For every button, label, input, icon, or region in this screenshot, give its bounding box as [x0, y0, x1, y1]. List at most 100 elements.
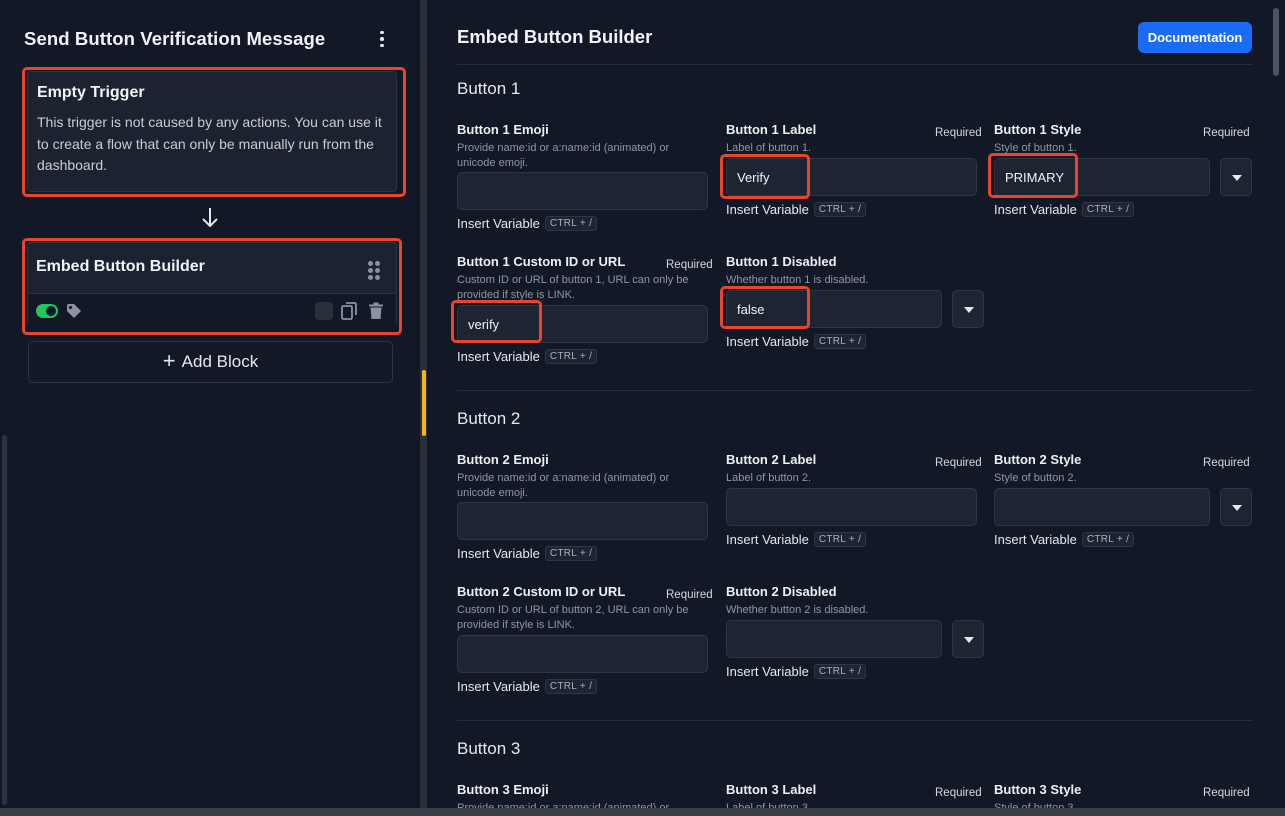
shortcut-badge: CTRL + / [813, 664, 867, 679]
section-title-button-2: Button 2 [457, 409, 521, 428]
button-2-custom-id-description: Custom ID or URL of button 2, URL can on… [457, 604, 689, 631]
copy-icon[interactable] [341, 302, 357, 320]
button-2-emoji-description: Provide name:id or a:name:id (animated) … [457, 472, 670, 499]
button-3-label-label: Button 3 Label [726, 782, 817, 797]
button-3-style-label: Button 3 Style [994, 782, 1082, 797]
block-title: Embed Button Builder [36, 258, 205, 275]
shortcut-badge: CTRL + / [813, 202, 867, 217]
insert-variable-label: Insert Variable [726, 334, 809, 349]
panel-title: Embed Button Builder [457, 26, 653, 47]
required-badge: Required [666, 589, 713, 601]
required-badge: Required [1203, 787, 1250, 799]
trigger-card[interactable]: Empty Trigger This trigger is not caused… [27, 71, 397, 192]
block-select-checkbox[interactable] [315, 302, 333, 320]
documentation-button[interactable]: Documentation [1138, 22, 1252, 53]
section-divider [457, 390, 1252, 391]
required-badge: Required [935, 457, 982, 469]
insert-variable-label: Insert Variable [994, 532, 1077, 547]
button-1-emoji-description: Provide name:id or a:name:id (animated) … [457, 142, 670, 169]
insert-variable-label: Insert Variable [457, 349, 540, 364]
button-1-style-dropdown[interactable] [1220, 158, 1252, 196]
insert-variable-label: Insert Variable [726, 664, 809, 679]
button-1-style-insert-variable[interactable]: Insert Variable CTRL + / [994, 202, 1135, 217]
button-3-emoji-label: Button 3 Emoji [457, 782, 549, 797]
button-2-label-insert-variable[interactable]: Insert Variable CTRL + / [726, 532, 867, 547]
block-card[interactable]: Embed Button Builder [27, 242, 397, 327]
button-1-disabled-label: Button 1 Disabled [726, 254, 837, 269]
required-badge: Required [935, 787, 982, 799]
shortcut-badge: CTRL + / [544, 349, 598, 364]
button-2-custom-id-input[interactable] [457, 635, 708, 673]
button-1-custom-id-description: Custom ID or URL of button 1, URL can on… [457, 274, 689, 301]
button-2-style-dropdown[interactable] [1220, 488, 1252, 526]
flow-title: Send Button Verification Message [24, 28, 326, 49]
drag-handle-icon[interactable] [368, 261, 380, 280]
left-scrollbar[interactable] [2, 435, 7, 805]
button-2-custom-id-insert-variable[interactable]: Insert Variable CTRL + / [457, 679, 598, 694]
button-3-emoji-description: Provide name:id or a:name:id (animated) … [457, 802, 670, 808]
button-2-emoji-label: Button 2 Emoji [457, 452, 549, 467]
trigger-title: Empty Trigger [37, 84, 145, 101]
button-2-label-input[interactable] [726, 488, 977, 526]
button-2-label-label: Button 2 Label [726, 452, 817, 467]
arrow-down-icon [202, 208, 218, 228]
button-1-style-input[interactable]: PRIMARY [994, 158, 1210, 196]
shortcut-badge: CTRL + / [544, 679, 598, 694]
header-divider [457, 64, 1252, 65]
button-1-disabled-input[interactable]: false [726, 290, 942, 328]
button-2-emoji-input[interactable] [457, 502, 708, 540]
trash-icon[interactable] [368, 302, 384, 320]
button-3-label-description: Label of button 3. [726, 802, 812, 808]
button-1-label-label: Button 1 Label [726, 122, 817, 137]
button-2-custom-id-label: Button 2 Custom ID or URL [457, 584, 626, 599]
required-badge: Required [935, 127, 982, 139]
button-1-style-label: Button 1 Style [994, 122, 1082, 137]
section-title-button-3: Button 3 [457, 739, 521, 758]
shortcut-badge: CTRL + / [813, 334, 867, 349]
shortcut-badge: CTRL + / [544, 546, 598, 561]
button-2-style-insert-variable[interactable]: Insert Variable CTRL + / [994, 532, 1135, 547]
button-2-label-description: Label of button 2. [726, 472, 812, 484]
button-2-disabled-dropdown[interactable] [952, 620, 984, 658]
shortcut-badge: CTRL + / [544, 216, 598, 231]
button-1-disabled-description: Whether button 1 is disabled. [726, 274, 869, 286]
more-options-icon[interactable] [372, 26, 392, 52]
button-1-label-description: Label of button 1. [726, 142, 812, 154]
plus-icon: + [162, 348, 176, 373]
add-block-label: Add Block [181, 352, 259, 371]
insert-variable-label: Insert Variable [726, 532, 809, 547]
button-1-emoji-insert-variable[interactable]: Insert Variable CTRL + / [457, 216, 598, 231]
button-1-disabled-dropdown[interactable] [952, 290, 984, 328]
tag-icon[interactable] [66, 303, 82, 319]
resizer-handle[interactable] [422, 370, 426, 436]
button-2-disabled-description: Whether button 2 is disabled. [726, 604, 869, 616]
button-1-custom-id-insert-variable[interactable]: Insert Variable CTRL + / [457, 349, 598, 364]
button-2-emoji-insert-variable[interactable]: Insert Variable CTRL + / [457, 546, 598, 561]
trigger-description: This trigger is not caused by any action… [37, 114, 382, 173]
button-1-label-input[interactable]: Verify [726, 158, 977, 196]
button-1-emoji-input[interactable] [457, 172, 708, 210]
block-enabled-toggle[interactable] [36, 304, 58, 318]
button-1-disabled-insert-variable[interactable]: Insert Variable CTRL + / [726, 334, 867, 349]
insert-variable-label: Insert Variable [457, 216, 540, 231]
button-2-disabled-insert-variable[interactable]: Insert Variable CTRL + / [726, 664, 867, 679]
button-1-custom-id-label: Button 1 Custom ID or URL [457, 254, 626, 269]
button-2-style-input[interactable] [994, 488, 1210, 526]
section-title-button-1: Button 1 [457, 79, 521, 98]
button-2-disabled-label: Button 2 Disabled [726, 584, 837, 599]
insert-variable-label: Insert Variable [726, 202, 809, 217]
add-block-button[interactable]: + Add Block [28, 341, 393, 383]
button-1-custom-id-input[interactable]: verify [457, 305, 708, 343]
button-2-disabled-input[interactable] [726, 620, 942, 658]
button-1-label-insert-variable[interactable]: Insert Variable CTRL + / [726, 202, 867, 217]
button-1-emoji-label: Button 1 Emoji [457, 122, 549, 137]
button-1-style-description: Style of button 1. [994, 142, 1077, 154]
insert-variable-label: Insert Variable [457, 679, 540, 694]
button-2-style-description: Style of button 2. [994, 472, 1077, 484]
required-badge: Required [1203, 127, 1250, 139]
shortcut-badge: CTRL + / [813, 532, 867, 547]
required-badge: Required [1203, 457, 1250, 469]
insert-variable-label: Insert Variable [457, 546, 540, 561]
block-footer [28, 293, 396, 327]
right-scrollbar[interactable] [1273, 8, 1279, 76]
